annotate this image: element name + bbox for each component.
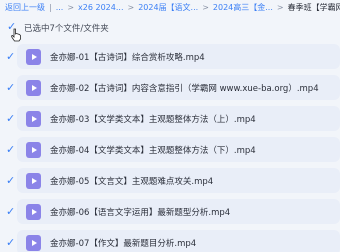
video-file-icon (26, 203, 41, 220)
breadcrumb-separator: > (67, 2, 75, 12)
breadcrumb-separator: > (202, 2, 209, 12)
file-name[interactable]: 金亦娜-06【语言文字运用】最新题型分析.mp4 (50, 206, 230, 218)
breadcrumb-item-2[interactable]: 2024届【语文... (138, 2, 198, 13)
breadcrumb-separator: > (276, 2, 284, 12)
file-name[interactable]: 金亦娜-07【作文】最新题目分析.mp4 (50, 237, 196, 249)
breadcrumb-current: 春季班【学霸网w... (287, 2, 340, 12)
video-file-icon (26, 79, 41, 96)
breadcrumb-item-3[interactable]: 2024高三【金... (213, 2, 273, 13)
breadcrumb-item-0[interactable]: ... (56, 3, 64, 12)
breadcrumb-back-link[interactable]: 返回上一级 (5, 2, 45, 13)
selection-bar: ✓ 已选中7个文件/文件夹 (0, 17, 340, 39)
hand-cursor-icon (11, 28, 21, 42)
file-row[interactable]: ✓ 金亦娜-01【古诗词】综合赏析攻略.mp4 (0, 42, 340, 71)
file-row[interactable]: ✓ 金亦娜-05【文言文】主观题难点攻关.mp4 (0, 166, 340, 195)
row-checkbox[interactable]: ✓ (6, 82, 16, 93)
row-checkbox[interactable]: ✓ (6, 206, 16, 217)
file-list: ✓ 金亦娜-01【古诗词】综合赏析攻略.mp4 ✓ 金亦娜-02【古诗词】内容含… (0, 42, 340, 252)
file-row[interactable]: ✓ 金亦娜-02【古诗词】内容含意指引（学霸网 www.xue-ba.org）.… (0, 73, 340, 102)
file-name[interactable]: 金亦娜-03【文学类文本】主观题整体方法（上）.mp4 (50, 113, 256, 125)
row-checkbox[interactable]: ✓ (6, 144, 16, 155)
breadcrumb: 返回上一级 | ... > x26 2024... > 2024届【语文... … (0, 0, 340, 14)
video-file-icon (26, 48, 41, 65)
video-file-icon (26, 172, 41, 189)
file-row[interactable]: ✓ 金亦娜-03【文学类文本】主观题整体方法（上）.mp4 (0, 104, 340, 133)
breadcrumb-separator: > (127, 2, 135, 12)
row-checkbox[interactable]: ✓ (6, 175, 16, 186)
video-file-icon (26, 141, 41, 158)
breadcrumb-separator: | (49, 2, 52, 12)
file-name[interactable]: 金亦娜-02【古诗词】内容含意指引（学霸网 www.xue-ba.org）.mp… (50, 82, 319, 94)
row-checkbox[interactable]: ✓ (6, 51, 16, 62)
file-row[interactable]: ✓ 金亦娜-04【文学类文本】主观题整体方法（下）.mp4 (0, 135, 340, 164)
file-name[interactable]: 金亦娜-01【古诗词】综合赏析攻略.mp4 (50, 51, 205, 63)
row-checkbox[interactable]: ✓ (6, 113, 16, 124)
file-row[interactable]: ✓ 金亦娜-07【作文】最新题目分析.mp4 (0, 228, 340, 252)
video-file-icon (26, 234, 41, 251)
video-file-icon (26, 110, 41, 127)
breadcrumb-item-1[interactable]: x26 2024... (78, 3, 123, 12)
row-checkbox[interactable]: ✓ (6, 237, 16, 248)
file-row[interactable]: ✓ 金亦娜-06【语言文字运用】最新题型分析.mp4 (0, 197, 340, 226)
file-name[interactable]: 金亦娜-04【文学类文本】主观题整体方法（下）.mp4 (50, 144, 256, 156)
selection-count-text: 已选中7个文件/文件夹 (24, 24, 109, 34)
file-name[interactable]: 金亦娜-05【文言文】主观题难点攻关.mp4 (50, 175, 213, 187)
